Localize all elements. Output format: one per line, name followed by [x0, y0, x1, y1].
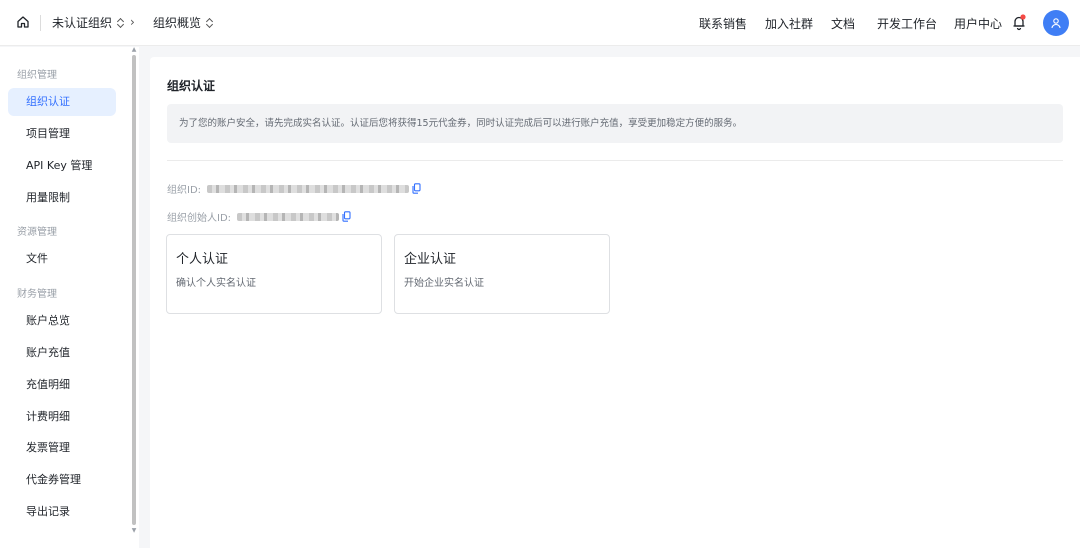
sidebar-item-vouchers[interactable]: 代金券管理	[8, 466, 116, 494]
nav-user-center[interactable]: 用户中心	[954, 15, 1002, 32]
page-title: 组织认证	[167, 79, 216, 93]
sidebar-group-org: 组织管理	[17, 70, 57, 81]
org-id-label: 组织ID:	[167, 185, 202, 196]
section-selector[interactable]: 组织概览	[153, 14, 214, 31]
verification-notice: 为了您的账户安全，请先完成实名认证。认证后您将获得15元代金券，同时认证完成后可…	[167, 104, 1063, 143]
enterprise-verification-card[interactable]: 企业认证 开始企业实名认证	[394, 234, 610, 314]
sidebar: 组织管理 组织认证 项目管理 API Key 管理 用量限制 资源管理 文件 财…	[0, 47, 139, 548]
sidebar-item-api-keys[interactable]: API Key 管理	[8, 152, 116, 180]
sidebar-item-account-overview[interactable]: 账户总览	[8, 307, 116, 335]
user-icon	[1051, 18, 1061, 29]
sidebar-item-projects[interactable]: 项目管理	[8, 120, 116, 148]
nav-contact-sales[interactable]: 联系销售	[699, 15, 747, 32]
breadcrumb-divider	[40, 15, 41, 31]
sidebar-item-invoices[interactable]: 发票管理	[8, 434, 116, 462]
home-icon[interactable]	[15, 14, 31, 30]
updown-chevron-icon	[117, 17, 125, 29]
sidebar-item-recharge-details[interactable]: 充值明细	[8, 371, 116, 399]
breadcrumb-separator: ›	[130, 15, 135, 29]
sidebar-group-finance: 财务管理	[17, 289, 57, 300]
nav-join-community[interactable]: 加入社群	[765, 15, 813, 32]
updown-chevron-icon	[206, 17, 214, 29]
copy-icon[interactable]	[412, 183, 421, 194]
scroll-down-icon[interactable]: ▼	[131, 528, 137, 534]
sidebar-item-billing-details[interactable]: 计费明细	[8, 403, 116, 431]
scroll-up-icon[interactable]: ▲	[131, 47, 137, 53]
nav-dev-console[interactable]: 开发工作台	[877, 15, 937, 32]
sidebar-scrollbar[interactable]	[132, 55, 136, 525]
copy-icon[interactable]	[342, 211, 351, 222]
org-id-row: 组织ID:	[167, 181, 421, 196]
creator-id-value	[237, 212, 340, 221]
section-selector-label: 组织概览	[153, 16, 202, 30]
main-panel: 组织认证 为了您的账户安全，请先完成实名认证。认证后您将获得15元代金券，同时认…	[150, 57, 1080, 548]
card-description: 确认个人实名认证	[176, 278, 256, 289]
sidebar-item-recharge[interactable]: 账户充值	[8, 339, 116, 367]
sidebar-group-resources: 资源管理	[17, 227, 57, 238]
creator-id-row: 组织创始人ID:	[167, 209, 351, 224]
card-title: 企业认证	[404, 252, 457, 267]
bell-icon[interactable]	[1011, 13, 1027, 31]
sidebar-item-usage-limits[interactable]: 用量限制	[8, 184, 116, 212]
sidebar-item-export-records[interactable]: 导出记录	[8, 498, 116, 526]
org-selector[interactable]: 未认证组织	[52, 14, 125, 31]
card-title: 个人认证	[176, 252, 229, 267]
divider	[167, 160, 1063, 161]
sidebar-item-files[interactable]: 文件	[8, 245, 116, 273]
org-selector-label: 未认证组织	[52, 16, 113, 30]
top-bar: 未认证组织 › 组织概览 联系销售 加入社群 文档 开发工作台 用户中心	[0, 0, 1080, 46]
nav-docs[interactable]: 文档	[831, 15, 855, 32]
card-description: 开始企业实名认证	[404, 278, 484, 289]
org-id-value	[207, 184, 410, 193]
avatar[interactable]	[1043, 10, 1069, 36]
creator-id-label: 组织创始人ID:	[167, 213, 232, 224]
personal-verification-card[interactable]: 个人认证 确认个人实名认证	[166, 234, 382, 314]
sidebar-item-org-verification[interactable]: 组织认证	[8, 88, 116, 116]
